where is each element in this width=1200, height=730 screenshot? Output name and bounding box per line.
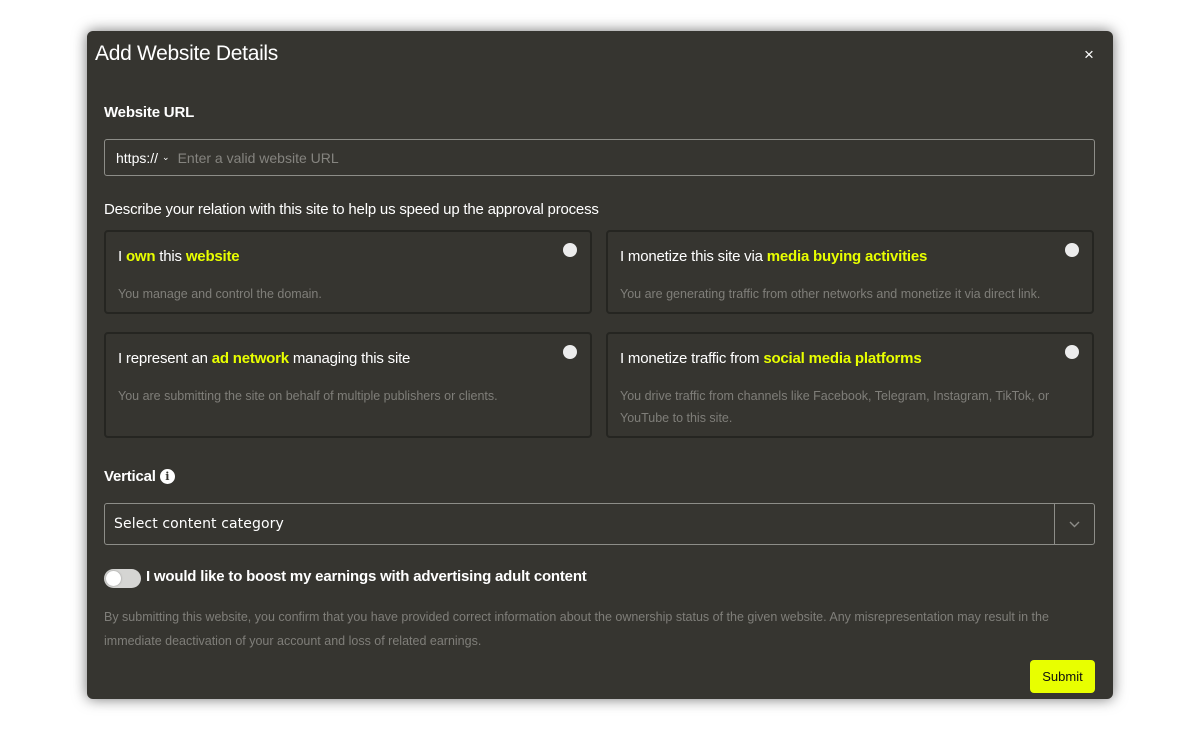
chevron-down-icon: ⌄ [162, 152, 170, 162]
select-divider [1054, 504, 1055, 544]
relation-option-description: You drive traffic from channels like Fac… [620, 389, 1050, 425]
relation-option-title: I monetize this site via media buying ac… [620, 248, 928, 265]
website-url-field: https:// ⌄ [104, 139, 1095, 176]
vertical-label: Vertical i [104, 468, 175, 485]
adult-content-toggle-label: I would like to boost my earnings with a… [146, 568, 587, 585]
relation-option-description: You are generating traffic from other ne… [620, 287, 1041, 301]
relation-option-media-buying[interactable]: I monetize this site via media buying ac… [606, 230, 1094, 314]
website-url-label: Website URL [104, 104, 195, 121]
adult-content-toggle[interactable] [104, 569, 141, 588]
vertical-label-text: Vertical [104, 468, 156, 485]
relation-option-description: You manage and control the domain. [118, 287, 322, 301]
relation-option-title: I represent an ad network managing this … [118, 350, 411, 367]
content-category-select[interactable]: Select content category [104, 503, 1095, 545]
close-icon[interactable]: × [1081, 46, 1097, 63]
relation-option-own-website[interactable]: I own this website You manage and contro… [104, 230, 592, 314]
modal-title: Add Website Details [95, 42, 279, 65]
protocol-select[interactable]: https:// ⌄ [105, 150, 170, 166]
relation-option-title: I own this website [118, 248, 240, 265]
website-url-input[interactable] [177, 140, 1094, 175]
disclaimer-text: By submitting this website, you confirm … [104, 610, 1049, 648]
relation-option-social-media[interactable]: I monetize traffic from social media pla… [606, 332, 1094, 438]
toggle-knob [106, 571, 121, 586]
radio-button[interactable] [563, 243, 577, 257]
protocol-value: https:// [116, 149, 159, 166]
submit-button[interactable]: Submit [1030, 660, 1095, 693]
radio-button[interactable] [1065, 345, 1079, 359]
radio-button[interactable] [1065, 243, 1079, 257]
relation-prompt: Describe your relation with this site to… [104, 201, 599, 218]
content-category-value: Select content category [114, 516, 284, 532]
chevron-down-icon [1069, 521, 1080, 528]
relation-option-title: I monetize traffic from social media pla… [620, 350, 922, 367]
relation-option-ad-network[interactable]: I represent an ad network managing this … [104, 332, 592, 438]
relation-option-description: You are submitting the site on behalf of… [118, 389, 498, 403]
radio-button[interactable] [563, 345, 577, 359]
info-icon[interactable]: i [159, 469, 175, 484]
add-website-modal: Add Website Details × Website URL https:… [87, 31, 1113, 699]
